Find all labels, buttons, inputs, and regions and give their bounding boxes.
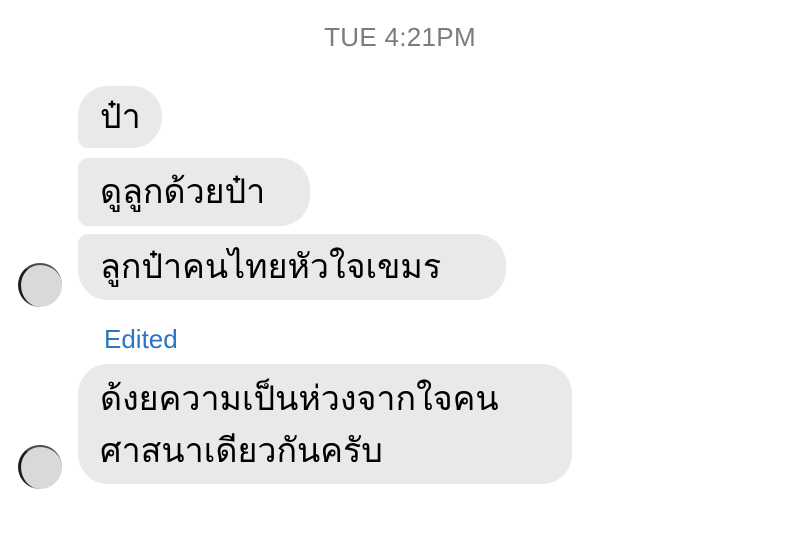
message-text-line-2: ศาสนาเดียวกันครับ [100, 431, 383, 471]
message-bubble[interactable]: ด้งยความเป็นห่วงจากใจคน ศาสนาเดียวกันครั… [78, 364, 572, 484]
message-bubble[interactable]: ป๋า [78, 86, 162, 148]
message-text: ลูกป๋าคนไทยหัวใจเขมร [100, 247, 442, 287]
sender-avatar[interactable] [18, 445, 62, 489]
message-bubble[interactable]: ดูลูกด้วยป๋า [78, 158, 310, 226]
message-text-line-1: ด้งยความเป็นห่วงจากใจคน [100, 379, 499, 419]
sender-avatar[interactable] [18, 263, 62, 307]
message-text: ดูลูกด้วยป๋า [100, 172, 266, 212]
message-text: ป๋า [100, 97, 141, 137]
message-timestamp: TUE 4:21PM [324, 22, 476, 52]
edited-label[interactable]: Edited [104, 324, 178, 355]
message-bubble[interactable]: ลูกป๋าคนไทยหัวใจเขมร [78, 234, 506, 300]
